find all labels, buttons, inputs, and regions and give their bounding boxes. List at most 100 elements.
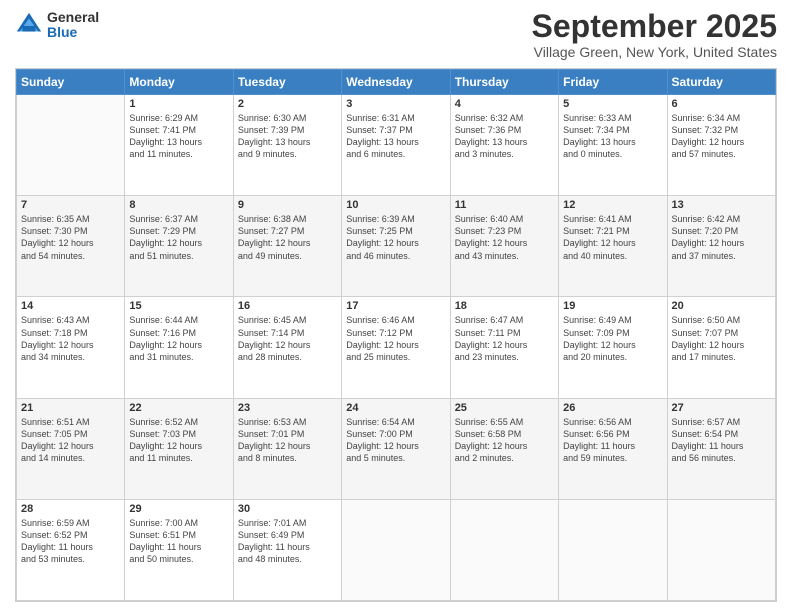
cell-line: and 2 minutes. (455, 453, 514, 463)
calendar-cell: 13Sunrise: 6:42 AMSunset: 7:20 PMDayligh… (667, 196, 775, 297)
calendar-week-row: 28Sunrise: 6:59 AMSunset: 6:52 PMDayligh… (17, 499, 776, 600)
cell-line: Sunrise: 6:39 AM (346, 214, 415, 224)
cell-line: Daylight: 13 hours (238, 137, 311, 147)
cell-line: and 11 minutes. (129, 453, 192, 463)
day-number: 9 (238, 199, 337, 211)
cell-line: Sunrise: 6:56 AM (563, 417, 632, 427)
cell-details: Sunrise: 6:30 AMSunset: 7:39 PMDaylight:… (238, 112, 337, 161)
calendar-cell (17, 95, 125, 196)
calendar-cell: 15Sunrise: 6:44 AMSunset: 7:16 PMDayligh… (125, 297, 233, 398)
cell-line: Sunset: 7:25 PM (346, 226, 413, 236)
cell-line: and 43 minutes. (455, 251, 519, 261)
logo: General Blue (15, 10, 99, 41)
cell-line: and 14 minutes. (21, 453, 85, 463)
cell-line: Daylight: 11 hours (672, 441, 744, 451)
cell-line: Sunrise: 6:41 AM (563, 214, 632, 224)
cell-line: and 11 minutes. (129, 149, 192, 159)
cell-line: and 54 minutes. (21, 251, 85, 261)
cell-line: Sunrise: 6:53 AM (238, 417, 307, 427)
cell-line: and 8 minutes. (238, 453, 297, 463)
calendar-week-row: 21Sunrise: 6:51 AMSunset: 7:05 PMDayligh… (17, 398, 776, 499)
cell-line: and 9 minutes. (238, 149, 297, 159)
cell-line: Sunrise: 6:47 AM (455, 315, 524, 325)
cell-line: Sunset: 7:30 PM (21, 226, 88, 236)
calendar-cell: 5Sunrise: 6:33 AMSunset: 7:34 PMDaylight… (559, 95, 667, 196)
cell-details: Sunrise: 6:32 AMSunset: 7:36 PMDaylight:… (455, 112, 554, 161)
day-number: 19 (563, 300, 662, 312)
cell-line: Sunset: 7:32 PM (672, 125, 739, 135)
calendar-cell (450, 499, 558, 600)
cell-details: Sunrise: 6:44 AMSunset: 7:16 PMDaylight:… (129, 314, 228, 363)
calendar-cell: 29Sunrise: 7:00 AMSunset: 6:51 PMDayligh… (125, 499, 233, 600)
cell-line: Sunset: 7:14 PM (238, 328, 305, 338)
calendar-cell: 22Sunrise: 6:52 AMSunset: 7:03 PMDayligh… (125, 398, 233, 499)
cell-line: Sunset: 7:23 PM (455, 226, 522, 236)
calendar-week-row: 14Sunrise: 6:43 AMSunset: 7:18 PMDayligh… (17, 297, 776, 398)
calendar-cell: 18Sunrise: 6:47 AMSunset: 7:11 PMDayligh… (450, 297, 558, 398)
cell-line: Sunset: 7:36 PM (455, 125, 522, 135)
cell-line: Daylight: 11 hours (238, 542, 310, 552)
cell-line: Daylight: 12 hours (238, 441, 311, 451)
cell-line: Sunrise: 6:31 AM (346, 113, 415, 123)
calendar-cell (559, 499, 667, 600)
cell-line: Sunrise: 6:29 AM (129, 113, 198, 123)
cell-line: Sunset: 7:34 PM (563, 125, 630, 135)
cell-line: Daylight: 12 hours (238, 238, 311, 248)
cell-line: Sunrise: 6:35 AM (21, 214, 90, 224)
cell-line: and 40 minutes. (563, 251, 627, 261)
weekday-header-saturday: Saturday (667, 70, 775, 95)
day-number: 29 (129, 503, 228, 515)
calendar-body: 1Sunrise: 6:29 AMSunset: 7:41 PMDaylight… (17, 95, 776, 601)
calendar-cell: 16Sunrise: 6:45 AMSunset: 7:14 PMDayligh… (233, 297, 341, 398)
weekday-header-monday: Monday (125, 70, 233, 95)
cell-details: Sunrise: 6:49 AMSunset: 7:09 PMDaylight:… (563, 314, 662, 363)
cell-details: Sunrise: 6:31 AMSunset: 7:37 PMDaylight:… (346, 112, 445, 161)
cell-line: Sunrise: 6:50 AM (672, 315, 741, 325)
calendar-cell: 9Sunrise: 6:38 AMSunset: 7:27 PMDaylight… (233, 196, 341, 297)
cell-line: Sunset: 6:51 PM (129, 530, 196, 540)
cell-details: Sunrise: 6:43 AMSunset: 7:18 PMDaylight:… (21, 314, 120, 363)
weekday-header-sunday: Sunday (17, 70, 125, 95)
cell-details: Sunrise: 7:01 AMSunset: 6:49 PMDaylight:… (238, 517, 337, 566)
calendar-cell: 24Sunrise: 6:54 AMSunset: 7:00 PMDayligh… (342, 398, 450, 499)
calendar-table: SundayMondayTuesdayWednesdayThursdayFrid… (16, 69, 776, 601)
cell-line: Sunrise: 6:42 AM (672, 214, 741, 224)
cell-details: Sunrise: 6:34 AMSunset: 7:32 PMDaylight:… (672, 112, 771, 161)
cell-line: and 31 minutes. (129, 352, 193, 362)
cell-line: Daylight: 12 hours (129, 238, 202, 248)
day-number: 10 (346, 199, 445, 211)
cell-line: Sunset: 7:21 PM (563, 226, 630, 236)
cell-line: and 49 minutes. (238, 251, 302, 261)
cell-line: and 51 minutes. (129, 251, 193, 261)
cell-line: Sunrise: 6:57 AM (672, 417, 741, 427)
cell-line: Daylight: 12 hours (455, 340, 528, 350)
weekday-header-row: SundayMondayTuesdayWednesdayThursdayFrid… (17, 70, 776, 95)
cell-line: Sunset: 7:18 PM (21, 328, 88, 338)
calendar-cell: 30Sunrise: 7:01 AMSunset: 6:49 PMDayligh… (233, 499, 341, 600)
cell-details: Sunrise: 6:29 AMSunset: 7:41 PMDaylight:… (129, 112, 228, 161)
cell-line: Sunrise: 6:45 AM (238, 315, 307, 325)
cell-line: Sunset: 6:58 PM (455, 429, 522, 439)
cell-details: Sunrise: 6:45 AMSunset: 7:14 PMDaylight:… (238, 314, 337, 363)
cell-details: Sunrise: 6:53 AMSunset: 7:01 PMDaylight:… (238, 416, 337, 465)
logo-text: General Blue (47, 10, 99, 41)
cell-details: Sunrise: 6:50 AMSunset: 7:07 PMDaylight:… (672, 314, 771, 363)
cell-line: Daylight: 12 hours (455, 238, 528, 248)
cell-line: Sunrise: 6:43 AM (21, 315, 90, 325)
cell-line: Sunrise: 6:49 AM (563, 315, 632, 325)
cell-line: Sunrise: 6:30 AM (238, 113, 307, 123)
day-number: 5 (563, 98, 662, 110)
cell-line: and 50 minutes. (129, 554, 193, 564)
day-number: 18 (455, 300, 554, 312)
calendar-cell: 26Sunrise: 6:56 AMSunset: 6:56 PMDayligh… (559, 398, 667, 499)
day-number: 22 (129, 402, 228, 414)
calendar-cell: 20Sunrise: 6:50 AMSunset: 7:07 PMDayligh… (667, 297, 775, 398)
cell-line: Sunset: 6:54 PM (672, 429, 739, 439)
cell-line: Sunset: 7:16 PM (129, 328, 196, 338)
cell-line: Sunset: 7:12 PM (346, 328, 413, 338)
cell-line: Sunset: 7:05 PM (21, 429, 88, 439)
day-number: 27 (672, 402, 771, 414)
cell-line: and 56 minutes. (672, 453, 736, 463)
calendar: SundayMondayTuesdayWednesdayThursdayFrid… (15, 68, 777, 602)
calendar-cell: 12Sunrise: 6:41 AMSunset: 7:21 PMDayligh… (559, 196, 667, 297)
